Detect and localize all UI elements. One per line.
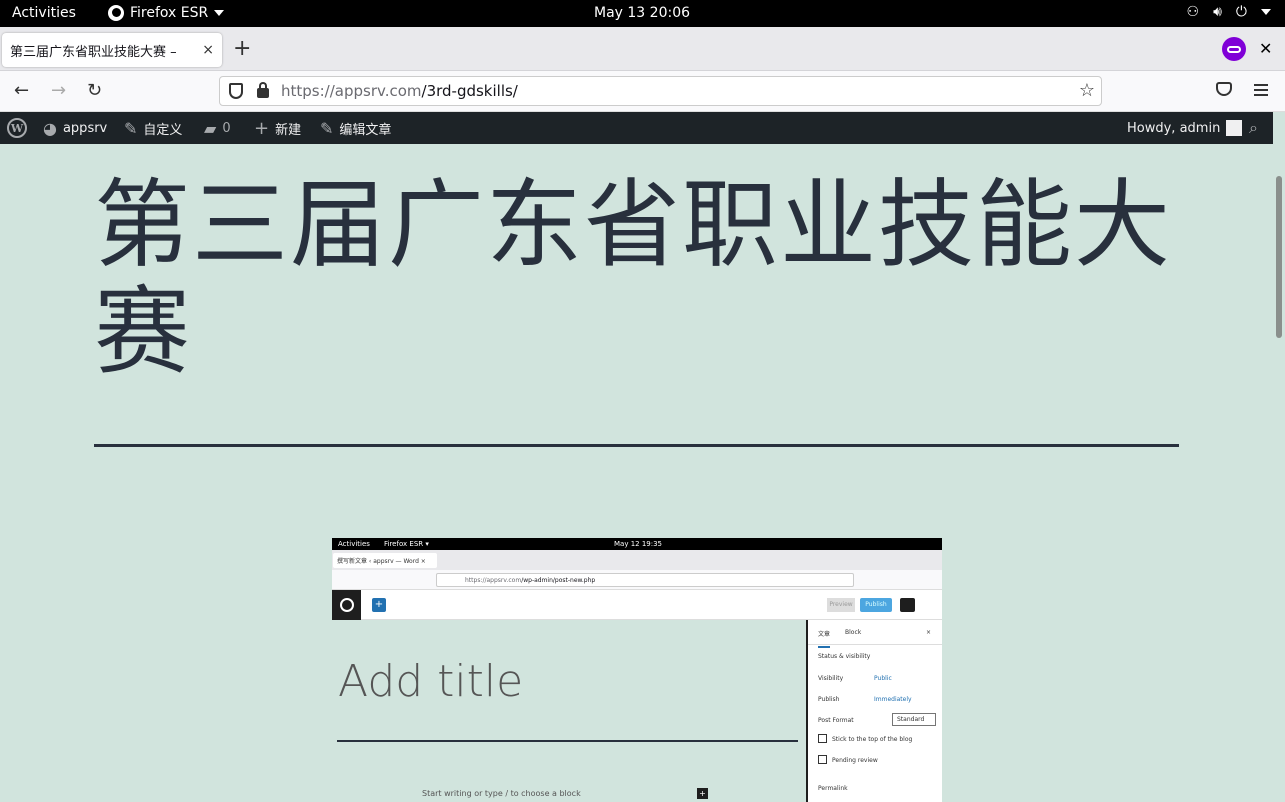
screenshot-add-block-icon: + xyxy=(372,598,386,612)
forward-button[interactable]: → xyxy=(51,80,66,101)
back-button[interactable]: ← xyxy=(14,80,29,101)
screenshot-sidebar-tabs: 文章 Block × xyxy=(808,620,942,648)
menu-icon[interactable] xyxy=(1254,84,1268,99)
chevron-down-icon xyxy=(214,10,225,16)
bookmark-star-icon[interactable]: ☆ xyxy=(1079,80,1095,101)
screenshot-tab-strip: 撰写新文章 ‹ appsrv — Word × xyxy=(332,550,942,570)
paintbrush-icon: ✎ xyxy=(124,118,138,138)
plus-icon: + xyxy=(254,117,270,139)
comment-icon: ▰ xyxy=(204,118,217,138)
url-path: /3rd-gdskills/ xyxy=(421,82,518,100)
private-browsing-icon xyxy=(1222,37,1246,61)
wordpress-icon: W xyxy=(7,118,27,138)
separator xyxy=(94,444,1179,447)
screenshot-url-bar: https://appsrv.com/wp-admin/post-new.php xyxy=(436,573,854,587)
app-menu-label: Firefox ESR xyxy=(130,5,209,21)
screenshot-tab-post: 文章 xyxy=(818,629,831,648)
tab-strip: 第三届广东省职业技能大赛 – × + ✕ xyxy=(0,27,1285,71)
screenshot-publish-value: Immediately xyxy=(874,696,912,703)
screenshot-top-bar: Activities Firefox ESR ▾ May 12 19:35 xyxy=(332,538,942,550)
tracking-protection-icon[interactable] xyxy=(229,83,243,99)
reload-button[interactable]: ↻ xyxy=(87,80,102,101)
edit-post-link[interactable]: ✎ 编辑文章 xyxy=(320,112,391,144)
navigation-toolbar: ← → ↻ https://appsrv.com/3rd-gdskills/ ☆ xyxy=(0,71,1285,112)
customize-label: 自定义 xyxy=(143,122,183,138)
search-icon: ⌕ xyxy=(1249,118,1258,137)
screenshot-stick-label: Stick to the top of the blog xyxy=(832,736,913,743)
power-icon: ⏻ xyxy=(1235,4,1247,20)
screenshot-stick-checkbox xyxy=(818,734,827,743)
search-button[interactable]: ⌕ xyxy=(1249,112,1258,144)
screenshot-publish-label: Publish xyxy=(818,696,840,703)
system-menu[interactable]: ⚇ 🔊︎ ⏻ xyxy=(1187,4,1271,20)
screenshot-close-icon: × xyxy=(926,629,932,636)
screenshot-visibility-label: Visibility xyxy=(818,675,844,682)
screenshot-format-select: Standard xyxy=(892,713,936,726)
howdy-label: Howdy, admin xyxy=(1127,120,1221,136)
screenshot-url-domain: https://appsrv.com xyxy=(465,577,522,584)
my-account-menu[interactable]: Howdy, admin xyxy=(1127,112,1243,144)
wp-logo-menu[interactable]: W xyxy=(7,112,27,144)
lock-icon[interactable] xyxy=(257,82,269,98)
screenshot-section-title: Status & visibility xyxy=(818,653,871,660)
window-close-button[interactable]: ✕ xyxy=(1259,39,1272,58)
volume-icon: 🔊︎ xyxy=(1213,4,1222,20)
activities-button[interactable]: Activities xyxy=(12,5,76,21)
app-menu[interactable]: Firefox ESR xyxy=(108,5,225,21)
url-text[interactable]: https://appsrv.com/3rd-gdskills/ xyxy=(281,82,518,100)
screenshot-editor-toolbar: + Preview Publish xyxy=(332,590,942,620)
screenshot-tab: 撰写新文章 ‹ appsrv — Word × xyxy=(333,553,437,568)
screenshot-clock: May 12 19:35 xyxy=(614,540,663,548)
screenshot-nav-bar: https://appsrv.com/wp-admin/post-new.php xyxy=(332,570,942,590)
screenshot-wordpress-icon xyxy=(332,590,361,620)
firefox-icon xyxy=(108,5,124,21)
screenshot-inserter-icon: + xyxy=(697,788,708,799)
screenshot-tab-block: Block xyxy=(845,629,862,636)
dashboard-icon: ◕ xyxy=(43,118,57,138)
new-content-menu[interactable]: + 新建 xyxy=(254,112,301,144)
customize-link[interactable]: ✎ 自定义 xyxy=(124,112,182,144)
chevron-down-icon xyxy=(1261,9,1271,15)
page-title: 第三届广东省职业技能大赛 xyxy=(94,169,1172,388)
close-tab-icon[interactable]: × xyxy=(202,42,214,58)
comments-count: 0 xyxy=(222,120,231,136)
clock[interactable]: May 13 20:06 xyxy=(594,5,690,21)
avatar xyxy=(1226,120,1243,136)
screenshot-publish-button: Publish xyxy=(860,598,892,612)
screenshot-title-placeholder: Add title xyxy=(338,656,524,707)
new-tab-button[interactable]: + xyxy=(233,38,251,60)
screenshot-preview-button: Preview xyxy=(827,598,855,612)
url-bar[interactable]: https://appsrv.com/3rd-gdskills/ ☆ xyxy=(219,76,1102,106)
pencil-icon: ✎ xyxy=(320,118,334,138)
screenshot-activities: Activities xyxy=(338,540,370,548)
site-name: appsrv xyxy=(62,120,108,136)
embedded-screenshot: Activities Firefox ESR ▾ May 12 19:35 撰写… xyxy=(332,538,942,802)
screenshot-block-prompt: Start writing or type / to choose a bloc… xyxy=(422,789,581,798)
new-label: 新建 xyxy=(275,122,302,138)
screenshot-settings-sidebar: 文章 Block × Status & visibility Visibilit… xyxy=(806,620,942,802)
site-name-menu[interactable]: ◕ appsrv xyxy=(43,112,107,144)
screenshot-visibility-value: Public xyxy=(874,675,892,682)
accessibility-icon: ⚇ xyxy=(1186,4,1200,20)
screenshot-separator xyxy=(337,740,798,742)
gnome-top-bar: Activities Firefox ESR May 13 20:06 ⚇ 🔊︎… xyxy=(0,0,1285,27)
pocket-icon[interactable] xyxy=(1216,82,1232,96)
screenshot-permalink: Permalink xyxy=(818,785,848,792)
wp-admin-bar: W ◕ appsrv ✎ 自定义 ▰ 0 + 新建 ✎ 编辑文章 Howdy, … xyxy=(0,112,1273,144)
edit-post-label: 编辑文章 xyxy=(339,122,392,138)
url-domain: https://appsrv.com xyxy=(281,82,422,100)
screenshot-url-path: /wp-admin/post-new.php xyxy=(521,577,596,584)
scrollbar-thumb[interactable] xyxy=(1276,176,1282,338)
tab-active[interactable]: 第三届广东省职业技能大赛 – × xyxy=(2,33,222,67)
screenshot-pending-checkbox xyxy=(818,755,827,764)
screenshot-format-label: Post Format xyxy=(818,717,854,724)
screenshot-pending-label: Pending review xyxy=(832,757,878,764)
screenshot-settings-icon xyxy=(900,598,915,612)
screenshot-app-name: Firefox ESR ▾ xyxy=(384,540,429,548)
comments-link[interactable]: ▰ 0 xyxy=(204,112,231,144)
tab-title: 第三届广东省职业技能大赛 – xyxy=(10,44,177,60)
